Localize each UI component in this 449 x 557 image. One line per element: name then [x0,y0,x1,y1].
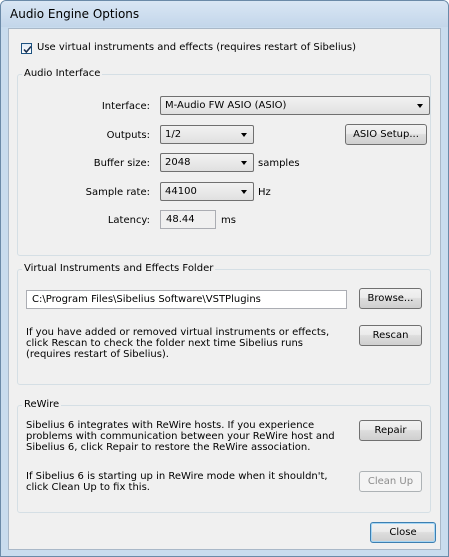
vst-folder-legend: Virtual Instruments and Effects Folder [22,263,216,274]
audio-interface-legend: Audio Interface [22,68,103,79]
vst-folder-path-value: C:\Program Files\Sibelius Software\VSTPl… [32,294,261,305]
browse-button[interactable]: Browse... [359,288,422,309]
interface-label: Interface: [101,101,150,112]
interface-dropdown[interactable]: M-Audio FW ASIO (ASIO) [160,96,430,115]
sample-rate-label: Sample rate: [85,187,150,198]
latency-value: 48.44 [166,214,195,225]
chevron-down-icon [241,161,247,165]
latency-unit: ms [221,215,236,226]
window-title: Audio Engine Options [10,7,140,21]
sample-rate-dropdown[interactable]: 44100 [160,182,254,201]
chevron-down-icon [241,133,247,137]
audio-engine-options-dialog: Audio Engine Options Use virtual instrum… [0,0,449,557]
use-virtual-instruments-label[interactable]: Use virtual instruments and effects (req… [37,42,356,53]
rescan-button[interactable]: Rescan [359,325,422,346]
title-bar[interactable]: Audio Engine Options [1,1,448,27]
use-virtual-instruments-checkbox[interactable] [21,43,32,54]
outputs-value: 1/2 [165,129,182,140]
buffer-size-dropdown[interactable]: 2048 [160,153,254,172]
close-button[interactable]: Close [370,522,436,543]
checkmark-icon [23,45,32,54]
vst-folder-path-input[interactable]: C:\Program Files\Sibelius Software\VSTPl… [26,290,347,309]
chevron-down-icon [417,104,423,108]
chevron-down-icon [241,190,247,194]
latency-field: 48.44 [160,210,216,229]
buffer-size-label: Buffer size: [93,158,150,169]
rewire-legend: ReWire [22,399,62,410]
buffer-size-unit: samples [258,158,300,169]
outputs-dropdown[interactable]: 1/2 [160,125,254,144]
outputs-label: Outputs: [106,130,150,141]
repair-button[interactable]: Repair [359,420,422,441]
cleanup-info-text: If Sibelius 6 is starting up in ReWire m… [26,471,328,493]
latency-label: Latency: [107,215,150,226]
rewire-info-text: Sibelius 6 integrates with ReWire hosts.… [26,420,335,453]
rescan-info-text: If you have added or removed virtual ins… [26,327,330,360]
buffer-size-value: 2048 [165,157,191,168]
sample-rate-unit: Hz [258,187,271,198]
dialog-body: Use virtual instruments and effects (req… [8,28,441,550]
asio-setup-button[interactable]: ASIO Setup... [345,124,427,145]
clean-up-button[interactable]: Clean Up [359,471,422,492]
sample-rate-value: 44100 [165,186,197,197]
interface-value: M-Audio FW ASIO (ASIO) [165,100,287,111]
